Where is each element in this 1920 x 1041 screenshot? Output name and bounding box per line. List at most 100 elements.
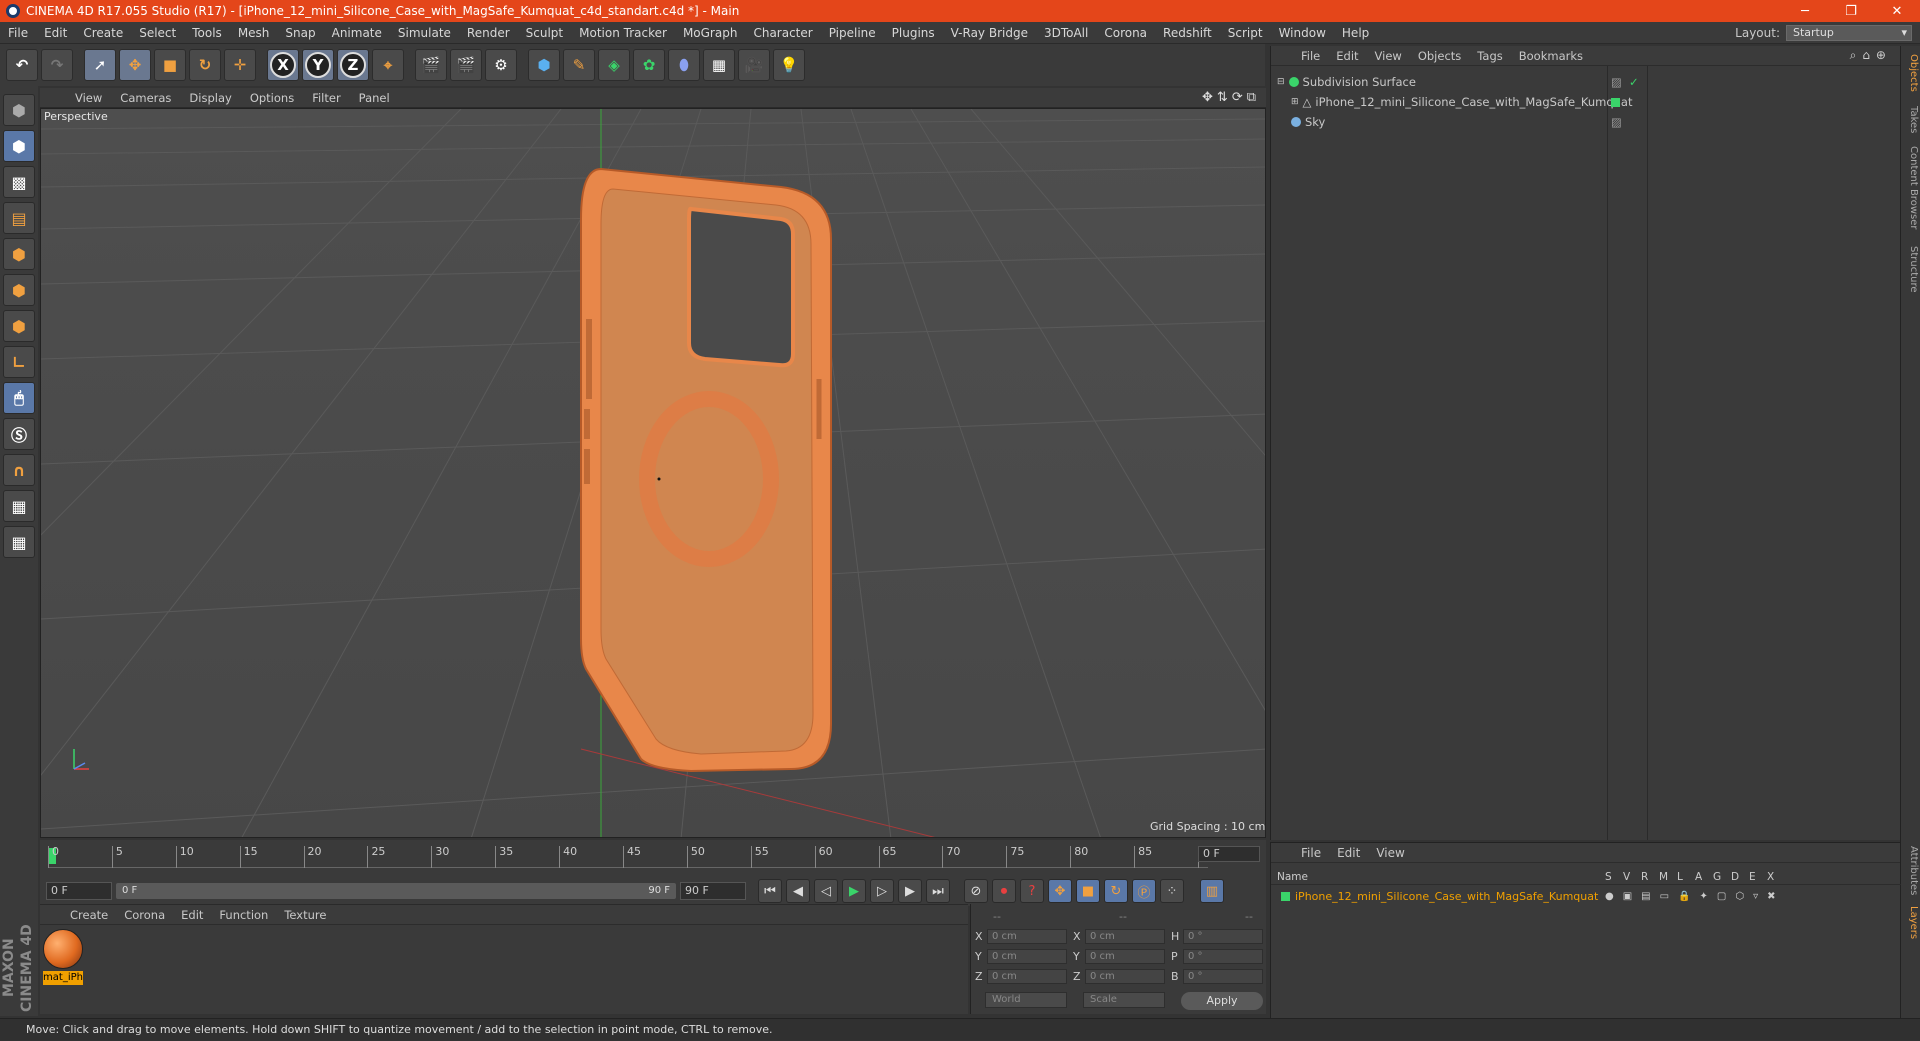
tab-content-browser[interactable]: Content Browser — [1903, 146, 1919, 229]
redo-icon[interactable]: ↷ — [41, 49, 73, 81]
menu-mesh[interactable]: Mesh — [230, 26, 278, 40]
current-frame-field[interactable]: 0 F — [1198, 846, 1260, 862]
cloner-icon[interactable]: ✿ — [633, 49, 665, 81]
menu-pipeline[interactable]: Pipeline — [821, 26, 884, 40]
spline-pen-icon[interactable]: ✎ — [563, 49, 595, 81]
objects-menu-tags[interactable]: Tags — [1469, 49, 1510, 63]
start-frame-field[interactable]: 0 F — [46, 882, 112, 900]
tab-layers[interactable]: Layers — [1903, 906, 1919, 939]
solo-mode-icon[interactable]: Ⓢ — [3, 418, 35, 450]
visibility-toggle-icon[interactable]: ▨ — [1611, 115, 1622, 129]
size-x-field[interactable]: 0 cm — [1085, 928, 1165, 944]
key-pla-icon[interactable]: ⁘ — [1160, 879, 1184, 903]
tab-objects[interactable]: Objects — [1903, 54, 1919, 92]
material-menu-create[interactable]: Create — [62, 908, 116, 922]
timeline[interactable]: 051015202530354045505560657075808590 0 F — [40, 840, 1266, 876]
scale-tool-icon[interactable]: ■ — [154, 49, 186, 81]
position-y-field[interactable]: 0 cm — [987, 948, 1067, 964]
minimize-button[interactable]: ─ — [1782, 4, 1828, 19]
end-frame-field[interactable]: 90 F — [680, 882, 746, 900]
undo-icon[interactable]: ↶ — [6, 49, 38, 81]
position-x-field[interactable]: 0 cm — [987, 928, 1067, 944]
edges-mode-icon[interactable]: ⬢ — [3, 274, 35, 306]
camera-icon[interactable]: 🎥 — [738, 49, 770, 81]
points-mode-icon[interactable]: ⬢ — [3, 238, 35, 270]
size-y-field[interactable]: 0 cm — [1085, 948, 1165, 964]
locked-workplane-icon[interactable]: ▦ — [3, 526, 35, 558]
render-view-icon[interactable]: 🎬 — [415, 49, 447, 81]
viewport-menu-options[interactable]: Options — [241, 91, 303, 105]
objects-menu-bookmarks[interactable]: Bookmarks — [1511, 49, 1591, 63]
menu-3dtoall[interactable]: 3DToAll — [1036, 26, 1096, 40]
model-mode-icon[interactable]: ⬢ — [3, 130, 35, 162]
go-to-start-icon[interactable]: ⏮ — [758, 879, 782, 903]
deformer-icon[interactable]: ⬮ — [668, 49, 700, 81]
key-scale-icon[interactable]: ■ — [1076, 879, 1100, 903]
material-swatch[interactable]: mat_iPh — [43, 929, 83, 985]
enabled-check-icon[interactable]: ✓ — [1629, 75, 1639, 89]
menu-script[interactable]: Script — [1220, 26, 1271, 40]
motion-record-icon[interactable]: ⊘ — [964, 879, 988, 903]
workplane-lock-icon[interactable]: ▦ — [3, 490, 35, 522]
record-keys-icon[interactable]: ⏺ — [992, 879, 1016, 903]
next-key-icon[interactable]: ▶ — [898, 879, 922, 903]
material-menu-edit[interactable]: Edit — [173, 908, 211, 922]
menu-select[interactable]: Select — [131, 26, 184, 40]
menu-sculpt[interactable]: Sculpt — [518, 26, 571, 40]
tab-takes[interactable]: Takes — [1903, 106, 1919, 133]
objects-menu-edit[interactable]: Edit — [1328, 49, 1366, 63]
position-z-field[interactable]: 0 cm — [987, 968, 1067, 984]
tab-structure[interactable]: Structure — [1903, 246, 1919, 293]
phone-case-model[interactable] — [580, 167, 832, 773]
tab-attributes[interactable]: Attributes — [1903, 846, 1919, 895]
material-menu-function[interactable]: Function — [211, 908, 276, 922]
objects-menu-file[interactable]: File — [1293, 49, 1328, 63]
snap-icon[interactable]: ∩ — [3, 454, 35, 486]
live-selection-icon[interactable]: ➚ — [84, 49, 116, 81]
viewport-menu-view[interactable]: View — [66, 91, 111, 105]
rotation-b-field[interactable]: 0 ° — [1183, 968, 1263, 984]
previous-frame-icon[interactable]: ◁ — [814, 879, 838, 903]
size-mode-dropdown[interactable]: Scale — [1083, 992, 1165, 1008]
objects-menu-objects[interactable]: Objects — [1410, 49, 1469, 63]
key-parameter-icon[interactable]: Ⓟ — [1132, 879, 1156, 903]
viewport-navigation-icons[interactable]: ✥⇅⟳⧉ — [1202, 90, 1266, 105]
layer-row[interactable]: iPhone_12_mini_Silicone_Case_with_MagSaf… — [1271, 887, 1901, 905]
viewport-menu-cameras[interactable]: Cameras — [111, 91, 180, 105]
visibility-toggle-icon[interactable]: ▨ — [1611, 75, 1622, 89]
frame-range-slider[interactable]: 0 F 90 F — [116, 883, 676, 899]
menu-corona[interactable]: Corona — [1096, 26, 1155, 40]
previous-key-icon[interactable]: ◀ — [786, 879, 810, 903]
rotation-p-field[interactable]: 0 ° — [1183, 948, 1263, 964]
autokey-icon[interactable]: ? — [1020, 879, 1044, 903]
workplane-mode-icon[interactable]: ▤ — [3, 202, 35, 234]
key-position-icon[interactable]: ✥ — [1048, 879, 1072, 903]
menu-plugins[interactable]: Plugins — [884, 26, 943, 40]
layer-color-swatch[interactable] — [1281, 891, 1290, 901]
floor-environment-icon[interactable]: ▦ — [703, 49, 735, 81]
menu-render[interactable]: Render — [459, 26, 518, 40]
key-rotation-icon[interactable]: ↻ — [1104, 879, 1128, 903]
menu-vray-bridge[interactable]: V-Ray Bridge — [943, 26, 1036, 40]
layer-menu-file[interactable]: File — [1293, 846, 1329, 860]
timeline-ruler[interactable]: 051015202530354045505560657075808590 — [48, 845, 1216, 868]
coordinate-space-dropdown[interactable]: World — [985, 992, 1067, 1008]
apply-button[interactable]: Apply — [1181, 992, 1263, 1010]
material-tag-icon[interactable] — [1611, 97, 1620, 107]
menu-window[interactable]: Window — [1271, 26, 1334, 40]
menu-simulate[interactable]: Simulate — [390, 26, 459, 40]
x-axis-lock-button[interactable]: X — [267, 49, 299, 81]
go-to-end-icon[interactable]: ⏭ — [926, 879, 950, 903]
menu-character[interactable]: Character — [745, 26, 820, 40]
next-frame-icon[interactable]: ▷ — [870, 879, 894, 903]
cube-primitive-icon[interactable]: ⬢ — [528, 49, 560, 81]
material-menu-corona[interactable]: Corona — [116, 908, 173, 922]
axis-mode-icon[interactable]: ∟ — [3, 346, 35, 378]
layout-dropdown[interactable]: Startup — [1786, 24, 1912, 41]
render-settings-icon[interactable]: ⚙ — [485, 49, 517, 81]
menu-tools[interactable]: Tools — [184, 26, 230, 40]
tweak-mode-icon[interactable]: 🖱 — [3, 382, 35, 414]
menu-motion-tracker[interactable]: Motion Tracker — [571, 26, 675, 40]
object-row-subdivision[interactable]: ⊟ Subdivision Surface ▨ ✓ — [1271, 72, 1901, 92]
timeline-window-icon[interactable]: ▥ — [1200, 879, 1224, 903]
